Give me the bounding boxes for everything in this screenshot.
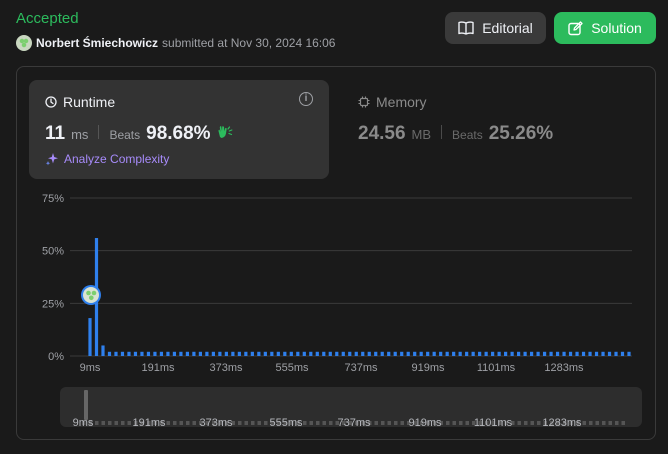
scrubber-tick-mark xyxy=(465,421,469,425)
scrubber-track[interactable]: 9ms 191ms 373ms 555ms 737ms 919ms 1101ms 1283ms xyxy=(0,0,668,454)
scrubber-tick-label: 555ms xyxy=(269,417,303,429)
scrubber-tick-mark xyxy=(589,421,593,425)
scrubber-tick-mark xyxy=(582,421,586,425)
scrubber-tick-mark xyxy=(173,421,177,425)
scrubber-tick-mark xyxy=(101,421,105,425)
scrubber-tick-mark xyxy=(179,421,183,425)
scrubber-tick-mark xyxy=(537,421,541,425)
scrubber-tick-mark xyxy=(264,421,268,425)
scrubber-tick-mark xyxy=(459,421,463,425)
scrubber-tick-mark xyxy=(121,421,125,425)
scrubber-tick-mark xyxy=(524,421,528,425)
scrubber-tick-label: 373ms xyxy=(199,417,233,429)
scrubber-tick-mark xyxy=(452,421,456,425)
scrubber-tick-mark xyxy=(615,421,619,425)
scrubber-tick-mark xyxy=(186,421,190,425)
scrubber-tick-mark xyxy=(517,421,521,425)
scrubber-tick-mark xyxy=(621,421,625,425)
scrubber-tick-mark xyxy=(303,421,307,425)
scrubber-handle xyxy=(84,390,88,420)
scrubber-tick-mark xyxy=(192,421,196,425)
scrubber-tick-mark xyxy=(127,421,131,425)
scrubber-tick-label: 191ms xyxy=(132,417,166,429)
scrubber-tick-mark xyxy=(166,421,170,425)
scrubber-tick-mark xyxy=(381,421,385,425)
scrubber-tick-label: 9ms xyxy=(73,417,94,429)
scrubber-tick-mark xyxy=(374,421,378,425)
scrubber-tick-mark xyxy=(446,421,450,425)
scrubber-tick-mark xyxy=(322,421,326,425)
scrubber-tick-mark xyxy=(108,421,112,425)
scrubber-tick-label: 1101ms xyxy=(474,417,513,429)
scrubber-tick-mark xyxy=(394,421,398,425)
scrubber-tick-mark xyxy=(257,421,261,425)
scrubber-tick-mark xyxy=(95,421,99,425)
scrubber-tick-mark xyxy=(316,421,320,425)
scrubber-tick-label: 1283ms xyxy=(542,417,582,429)
scrubber-tick-mark xyxy=(400,421,404,425)
scrubber-tick-mark xyxy=(238,421,242,425)
scrubber-tick-mark xyxy=(309,421,313,425)
scrubber-tick-mark xyxy=(244,421,248,425)
scrubber-tick-label: 737ms xyxy=(337,417,371,429)
scrubber-tick-mark xyxy=(608,421,612,425)
scrubber-tick-mark xyxy=(530,421,534,425)
scrubber-tick-mark xyxy=(329,421,333,425)
scrubber-tick-mark xyxy=(251,421,255,425)
scrubber-tick-label: 919ms xyxy=(408,417,442,429)
scrubber-tick-mark xyxy=(114,421,118,425)
scrubber-tick-mark xyxy=(387,421,391,425)
scrubber-tick-mark xyxy=(595,421,599,425)
scrubber-tick-mark xyxy=(602,421,606,425)
